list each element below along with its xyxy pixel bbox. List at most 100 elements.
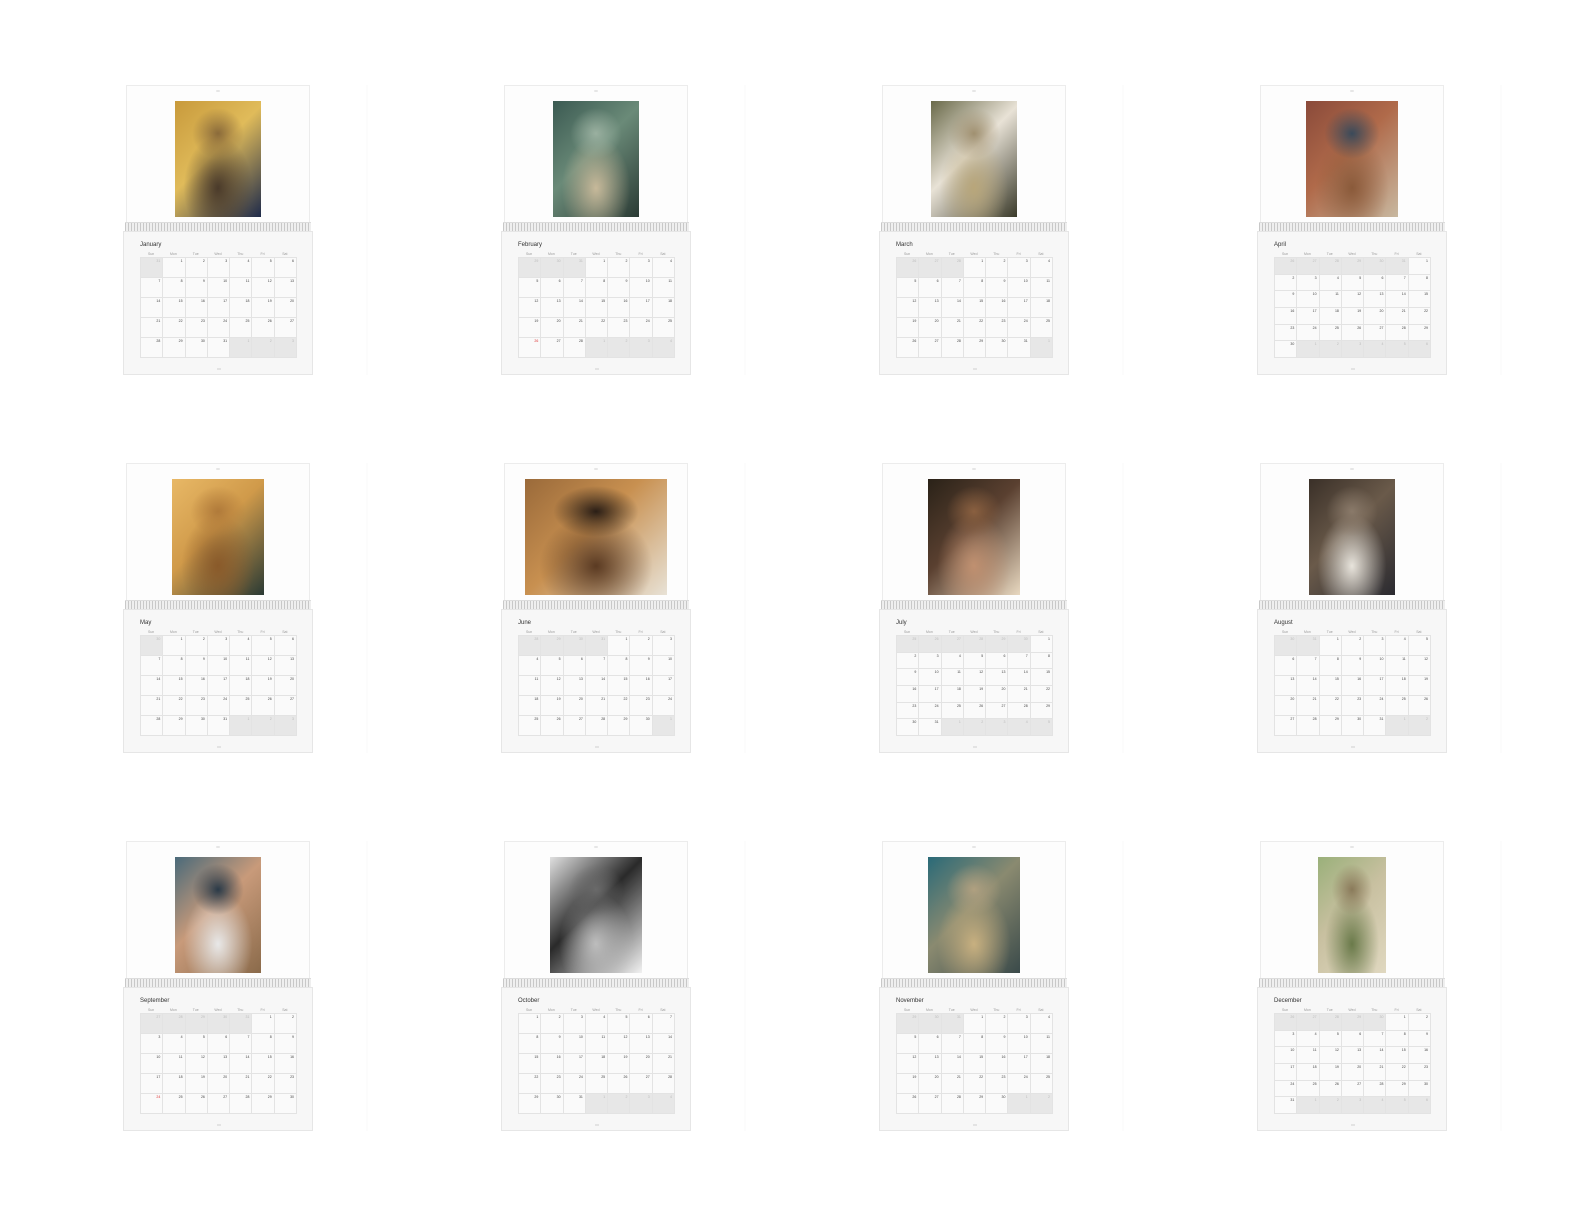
day-cell[interactable]: 9 bbox=[1408, 1030, 1431, 1048]
day-cell-prev[interactable]: 31 bbox=[1386, 258, 1409, 275]
day-cell[interactable]: 21 bbox=[585, 696, 609, 716]
calendar-page-july[interactable]: July Sun Mon Tue Wed Thu Fri Sat 25 26 27 28 29 30 1 2 3… bbox=[879, 463, 1069, 753]
day-cell[interactable]: 2 bbox=[185, 636, 208, 656]
day-cell[interactable]: 27 bbox=[1341, 1080, 1365, 1098]
day-cell[interactable]: 7 bbox=[141, 656, 164, 676]
day-cell[interactable]: 27 bbox=[1364, 324, 1387, 342]
day-cell[interactable]: 1 bbox=[163, 636, 186, 656]
day-cell[interactable]: 3 bbox=[919, 652, 942, 670]
day-cell[interactable]: 1 bbox=[608, 636, 631, 656]
day-cell[interactable]: 28 bbox=[1364, 1080, 1387, 1098]
day-cell[interactable]: 16 bbox=[630, 676, 653, 696]
day-cell[interactable]: 9 bbox=[185, 278, 208, 298]
day-cell[interactable]: 1 bbox=[585, 258, 609, 278]
day-cell[interactable]: 24 bbox=[1297, 324, 1320, 342]
day-cell[interactable]: 19 bbox=[252, 298, 275, 318]
day-cell-next[interactable]: 1 bbox=[230, 716, 253, 736]
day-cell[interactable]: 13 bbox=[986, 669, 1009, 686]
calendar-page-february[interactable]: February Sun Mon Tue Wed Thu Fri Sat 29 30 31 1 2 3 4 5… bbox=[501, 85, 691, 375]
day-cell[interactable]: 2 bbox=[986, 258, 1009, 278]
day-cell[interactable]: 26 bbox=[1408, 696, 1431, 716]
day-cell-next[interactable]: 6 bbox=[1408, 1097, 1431, 1114]
day-cell[interactable]: 16 bbox=[185, 298, 208, 318]
day-cell[interactable]: 3 bbox=[1275, 1030, 1298, 1048]
day-cell[interactable]: 15 bbox=[1408, 291, 1431, 308]
day-cell[interactable]: 24 bbox=[207, 318, 231, 338]
day-cell-next[interactable]: 4 bbox=[652, 1094, 675, 1114]
day-cell[interactable]: 15 bbox=[1319, 676, 1342, 696]
day-cell-prev[interactable]: 26 bbox=[919, 636, 942, 653]
day-cell[interactable]: 5 bbox=[897, 278, 920, 298]
day-cell-prev[interactable]: 29 bbox=[986, 636, 1009, 653]
day-cell[interactable]: 22 bbox=[1386, 1063, 1409, 1081]
day-cell[interactable]: 26 bbox=[185, 1094, 208, 1114]
day-cell[interactable]: 30 bbox=[274, 1094, 297, 1114]
day-cell[interactable]: 26 bbox=[252, 318, 275, 338]
day-cell[interactable]: 15 bbox=[519, 1054, 542, 1074]
day-cell[interactable]: 18 bbox=[519, 696, 542, 716]
day-cell[interactable]: 11 bbox=[1386, 656, 1409, 676]
day-cell[interactable]: 24 bbox=[141, 1094, 164, 1114]
day-cell[interactable]: 4 bbox=[230, 258, 253, 278]
day-cell[interactable]: 14 bbox=[230, 1054, 253, 1074]
day-cell[interactable]: 20 bbox=[1275, 696, 1298, 716]
day-cell[interactable]: 10 bbox=[1297, 291, 1320, 308]
day-cell[interactable]: 6 bbox=[541, 278, 564, 298]
day-cell[interactable]: 9 bbox=[897, 669, 920, 686]
day-cell[interactable]: 14 bbox=[1297, 676, 1320, 696]
day-cell[interactable]: 26 bbox=[897, 338, 920, 358]
day-cell[interactable]: 24 bbox=[630, 318, 653, 338]
day-cell[interactable]: 21 bbox=[1297, 696, 1320, 716]
day-cell[interactable]: 21 bbox=[652, 1054, 675, 1074]
day-cell[interactable]: 31 bbox=[207, 338, 231, 358]
day-cell[interactable]: 29 bbox=[608, 716, 631, 736]
day-cell[interactable]: 4 bbox=[230, 636, 253, 656]
day-cell[interactable]: 17 bbox=[1008, 298, 1031, 318]
day-cell-prev[interactable]: 26 bbox=[897, 258, 920, 278]
day-cell[interactable]: 14 bbox=[563, 298, 586, 318]
day-cell[interactable]: 6 bbox=[1275, 656, 1298, 676]
day-cell[interactable]: 6 bbox=[1341, 1030, 1365, 1048]
day-cell[interactable]: 25 bbox=[1030, 318, 1053, 338]
day-cell[interactable]: 30 bbox=[1275, 341, 1298, 358]
calendar-page-june[interactable]: June Sun Mon Tue Wed Thu Fri Sat 28 29 30 31 1 2 3 4 5 6 7… bbox=[501, 463, 691, 753]
day-cell[interactable]: 24 bbox=[1008, 1074, 1031, 1094]
day-cell-next[interactable]: 1 bbox=[230, 338, 253, 358]
day-cell[interactable]: 21 bbox=[563, 318, 586, 338]
day-cell-next[interactable]: 3 bbox=[1341, 1097, 1365, 1114]
day-cell[interactable]: 24 bbox=[1364, 696, 1387, 716]
day-cell[interactable]: 10 bbox=[652, 656, 675, 676]
day-cell[interactable]: 12 bbox=[897, 1054, 920, 1074]
day-cell[interactable]: 8 bbox=[252, 1034, 275, 1054]
day-cell-next[interactable]: 5 bbox=[1030, 719, 1053, 736]
day-cell[interactable]: 6 bbox=[986, 652, 1009, 670]
day-cell[interactable]: 2 bbox=[1275, 274, 1298, 292]
day-cell[interactable]: 22 bbox=[519, 1074, 542, 1094]
day-cell[interactable]: 15 bbox=[608, 676, 631, 696]
day-cell-next[interactable]: 1 bbox=[585, 338, 609, 358]
day-cell[interactable]: 9 bbox=[608, 278, 631, 298]
day-cell-prev[interactable]: 30 bbox=[563, 636, 586, 656]
day-cell[interactable]: 16 bbox=[986, 1054, 1009, 1074]
day-cell[interactable]: 22 bbox=[252, 1074, 275, 1094]
day-cell[interactable]: 3 bbox=[207, 258, 231, 278]
day-cell-next[interactable]: 5 bbox=[1386, 341, 1409, 358]
day-cell[interactable]: 6 bbox=[919, 278, 942, 298]
day-cell-prev[interactable]: 30 bbox=[1008, 636, 1031, 653]
day-cell[interactable]: 27 bbox=[274, 696, 297, 716]
day-cell[interactable]: 3 bbox=[1008, 258, 1031, 278]
day-cell-prev[interactable]: 31 bbox=[563, 258, 586, 278]
day-cell-next[interactable]: 2 bbox=[963, 719, 987, 736]
day-cell-next[interactable]: 1 bbox=[1030, 338, 1053, 358]
day-cell[interactable]: 7 bbox=[652, 1014, 675, 1034]
day-cell[interactable]: 31 bbox=[1008, 338, 1031, 358]
day-cell[interactable]: 7 bbox=[563, 278, 586, 298]
day-cell[interactable]: 5 bbox=[608, 1014, 631, 1034]
day-cell-prev[interactable]: 27 bbox=[919, 258, 942, 278]
day-cell-next[interactable]: 3 bbox=[630, 1094, 653, 1114]
day-cell-next[interactable]: 2 bbox=[608, 338, 631, 358]
day-cell[interactable]: 9 bbox=[1275, 291, 1298, 308]
day-cell[interactable]: 18 bbox=[230, 298, 253, 318]
day-cell[interactable]: 19 bbox=[1408, 676, 1431, 696]
day-cell[interactable]: 8 bbox=[608, 656, 631, 676]
